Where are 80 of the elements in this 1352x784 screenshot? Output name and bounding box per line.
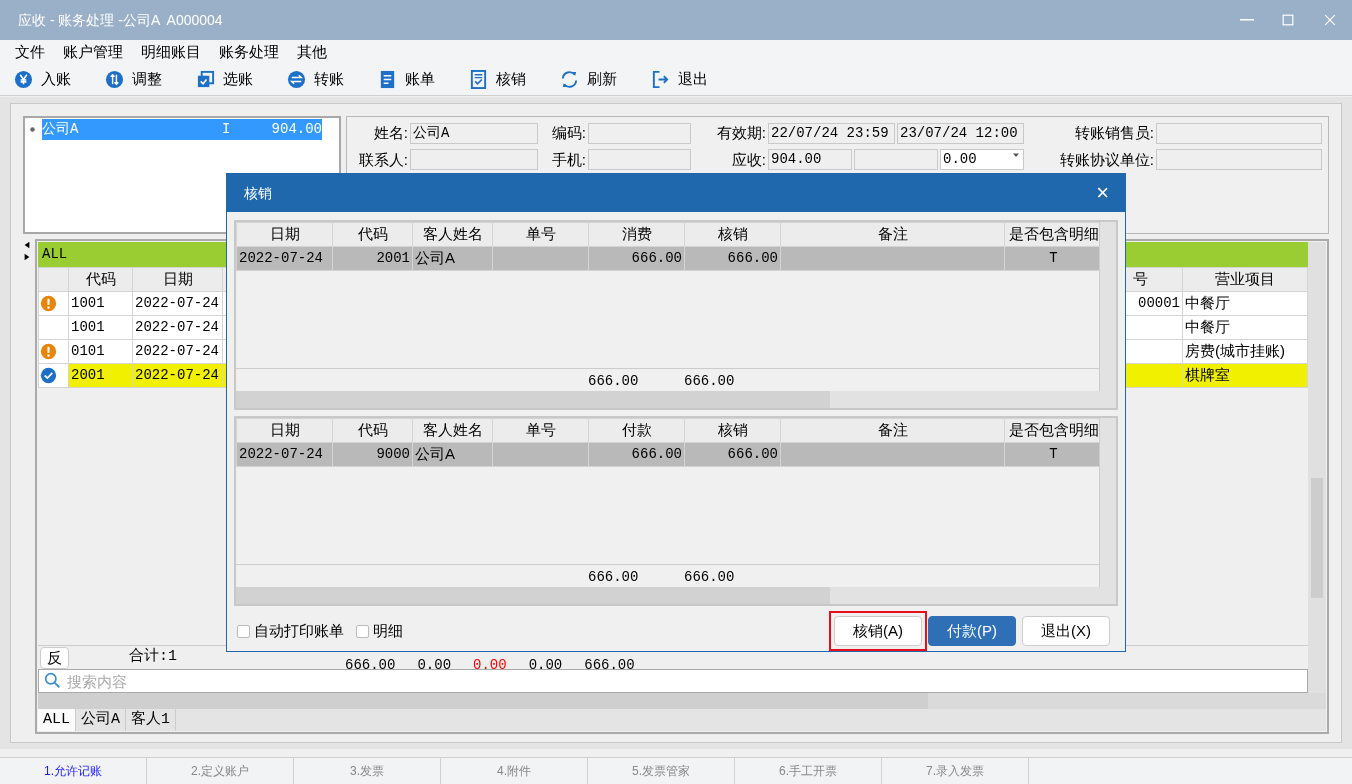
total-value: 666.00: [684, 373, 735, 389]
column-header: 营业项目: [1182, 267, 1308, 292]
column-header: 代码: [332, 418, 413, 443]
table-cell: 666.00: [684, 246, 781, 271]
toolbar-button[interactable]: 账单: [378, 68, 435, 91]
field-label: 转账协议单位:: [1058, 149, 1154, 170]
column-header: 备注: [780, 418, 1005, 443]
checkbox[interactable]: 明细: [356, 619, 403, 643]
column-header: 号: [1133, 270, 1148, 288]
toolbar-button[interactable]: 核销: [469, 68, 526, 91]
field-label: 联系人:: [357, 149, 408, 170]
toolbar-button[interactable]: 选账: [196, 68, 253, 91]
column-header: 单号: [492, 222, 589, 247]
column-header: 日期: [132, 267, 223, 292]
toolbar-button[interactable]: 刷新: [560, 68, 617, 91]
input-field[interactable]: 22/07/24 23:59: [768, 122, 895, 144]
table-cell: 中餐厅: [1182, 291, 1308, 316]
menu-item[interactable]: 账务处理: [210, 40, 288, 64]
total-value: 666.00: [588, 373, 639, 389]
total-value: 666.00: [584, 657, 635, 672]
menu-item[interactable]: 其他: [288, 40, 336, 64]
total-value: 0.00: [417, 657, 452, 672]
window-title: 应收 - 账务处理 -公司A A000004: [18, 10, 223, 30]
table-cell: 2022-07-24: [132, 315, 223, 340]
dialog-button[interactable]: 核销(A): [834, 616, 922, 646]
table-cell: 中餐厅: [1182, 315, 1308, 340]
table-cell: 2022-07-24: [236, 246, 333, 271]
column-header: 客人姓名: [412, 222, 493, 247]
total-value: 666.00: [588, 569, 639, 585]
reverse-button[interactable]: 反: [40, 646, 69, 669]
input-field[interactable]: 公司A: [410, 122, 538, 144]
field-label: 转账销售员:: [1073, 123, 1154, 143]
column-header: 客人姓名: [412, 418, 493, 443]
table-cell: 666.00: [588, 246, 685, 271]
column-header: 付款: [588, 418, 685, 443]
tab[interactable]: ALL: [38, 709, 76, 731]
column-header: 单号: [492, 418, 589, 443]
column-header: 日期: [236, 418, 333, 443]
column-header: 代码: [68, 267, 133, 292]
checkbox[interactable]: 自动打印账单: [237, 619, 344, 643]
menu-item[interactable]: 账户管理: [54, 40, 132, 64]
dialog-button[interactable]: 付款(P): [928, 616, 1016, 646]
toolbar-button[interactable]: 退出: [651, 68, 708, 91]
dialog-title: 核销: [244, 183, 272, 203]
dropdown[interactable]: 0.00: [940, 149, 1024, 171]
table-cell: 2022-07-24: [236, 442, 333, 467]
search-field[interactable]: 搜索内容: [38, 669, 1308, 693]
dialog-button[interactable]: 退出(X): [1022, 616, 1110, 646]
toolbar-button[interactable]: 转账: [287, 68, 344, 91]
total-value: 666.00: [684, 569, 735, 585]
table-cell: 棋牌室: [1182, 363, 1308, 388]
field-label: 有效期:: [715, 123, 766, 143]
total-label: 合计:1: [129, 646, 177, 668]
field-label: 姓名:: [372, 123, 408, 143]
table-cell: 666.00: [588, 442, 685, 467]
column-header: 日期: [236, 222, 333, 247]
table-cell: 2022-07-24: [132, 363, 223, 388]
input-field[interactable]: 904.00: [768, 149, 852, 171]
table-cell: 2022-07-24: [132, 291, 223, 316]
toolbar-button[interactable]: 调整: [105, 68, 162, 91]
total-value: 0.00: [528, 657, 563, 672]
column-header: 备注: [780, 222, 1005, 247]
column-header: 核销: [684, 222, 781, 247]
menu-item[interactable]: 明细账目: [132, 40, 210, 64]
input-field[interactable]: 23/07/24 12:00: [897, 122, 1024, 144]
column-header: 核销: [684, 418, 781, 443]
table-cell: 房费(城市挂账): [1182, 339, 1308, 364]
table-cell: 666.00: [684, 442, 781, 467]
total-value: 666.00: [345, 657, 396, 672]
column-header: 消费: [588, 222, 685, 247]
table-cell: 2022-07-24: [132, 339, 223, 364]
close-button[interactable]: ×: [1090, 181, 1115, 205]
menu-item[interactable]: 文件: [6, 40, 54, 64]
status-tab[interactable]: 1.允许记账: [0, 758, 147, 784]
field-label: 应收:: [730, 149, 766, 170]
column-header: 代码: [332, 222, 413, 247]
field-label: 手机:: [550, 149, 586, 170]
toolbar-button[interactable]: 入账: [14, 68, 71, 91]
field-label: 编码:: [550, 123, 586, 143]
total-value: 0.00: [473, 657, 507, 672]
